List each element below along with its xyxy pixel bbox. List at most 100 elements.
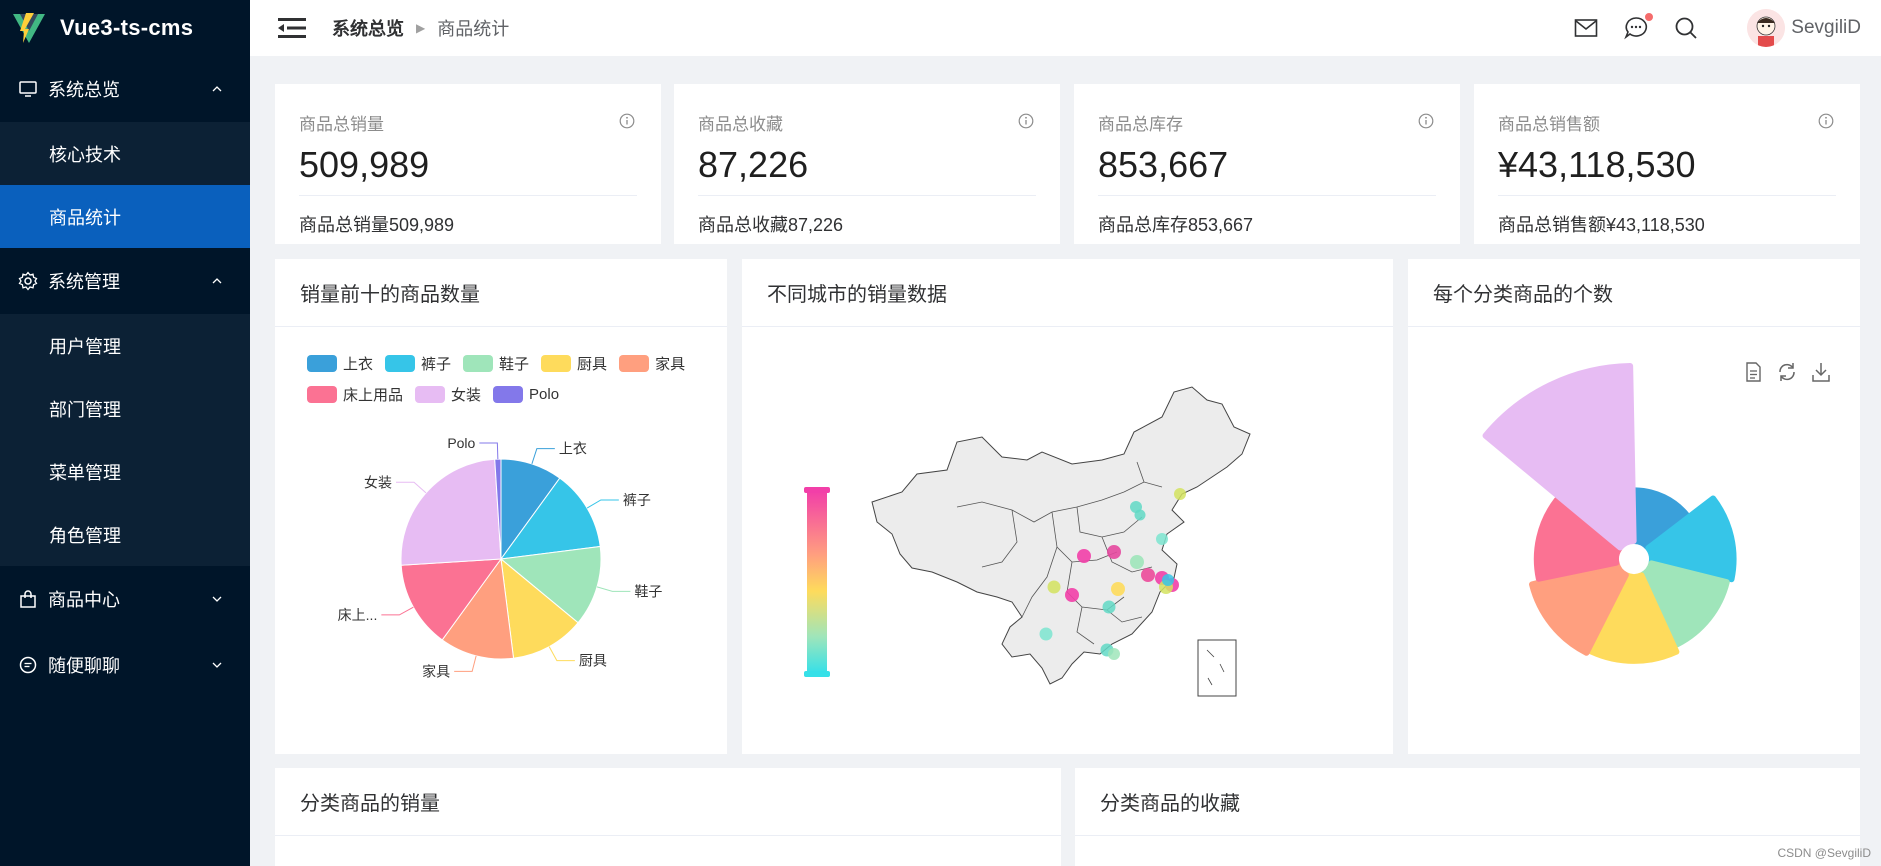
panel-title: 销量前十的商品数量 <box>275 259 727 327</box>
menu-group-chat: 随便聊聊 <box>0 632 250 698</box>
top10-pie-chart[interactable]: 上衣裤子鞋子厨具家具 床上... 女装 Polo <box>275 327 727 753</box>
sidebar-item-label: 商品统计 <box>49 207 121 228</box>
stat-value: 87,226 <box>698 144 809 185</box>
stat-footer: 商品总收藏87,226 <box>698 215 844 235</box>
shopping-bag-icon <box>18 589 38 609</box>
stat-value: 853,667 <box>1098 144 1229 185</box>
stat-card-total-favorites: 商品总收藏 87,226 商品总收藏87,226 <box>674 84 1060 244</box>
message-icon[interactable] <box>1623 13 1654 41</box>
pie-label: 鞋子 <box>634 583 662 599</box>
app-title: Vue3-ts-cms <box>60 15 194 40</box>
chevron-up-icon <box>212 86 222 92</box>
sidebar-item-menu-mgmt[interactable]: 菜单管理 <box>0 440 250 503</box>
username: SevgiliD <box>1791 17 1861 38</box>
label-line <box>479 442 499 460</box>
pie-label: 女装 <box>364 474 392 490</box>
sidebar-item-core-tech[interactable]: 核心技术 <box>0 122 250 185</box>
info-icon[interactable] <box>1418 113 1434 129</box>
china-map[interactable] <box>862 382 1282 712</box>
stat-card-total-inventory: 商品总库存 853,667 商品总库存853,667 <box>1074 84 1460 244</box>
notification-dot <box>1645 13 1654 21</box>
gear-icon <box>18 271 38 291</box>
pie-label: 裤子 <box>623 492 651 508</box>
pie-label: 床上... <box>338 607 378 623</box>
pie-label: Polo <box>447 435 475 451</box>
stat-value: ¥43,118,530 <box>1498 144 1696 185</box>
pie-label: 家具 <box>422 663 450 679</box>
category-rose-chart[interactable] <box>1408 327 1860 753</box>
visual-map-slider[interactable] <box>797 487 837 687</box>
menu-group-goods: 商品中心 <box>0 566 250 632</box>
menu-head-chat[interactable]: 随便聊聊 <box>0 632 250 698</box>
pie-slice[interactable] <box>400 458 502 566</box>
sidebar-item-dept-mgmt[interactable]: 部门管理 <box>0 377 250 440</box>
menu-head-overview[interactable]: 系统总览 <box>0 56 250 122</box>
panel-category-count: 每个分类商品的个数 <box>1408 259 1860 754</box>
chevron-up-icon <box>212 278 222 284</box>
breadcrumb-item[interactable]: 系统总览 <box>332 15 404 41</box>
label-line <box>454 655 477 672</box>
panel-category-favorites: 分类商品的收藏 <box>1075 768 1860 866</box>
panel-body <box>1408 327 1860 753</box>
panel-title: 分类商品的销量 <box>275 768 1061 836</box>
stat-footer: 商品总销售额¥43,118,530 <box>1498 215 1705 235</box>
divider <box>299 195 637 196</box>
menu-head-label: 随便聊聊 <box>48 656 120 676</box>
fold-menu-icon[interactable] <box>278 16 306 40</box>
label-line <box>586 499 619 509</box>
panel-body: 上衣 裤子 鞋子 厨具 家具 床上用品 女装 Polo 上衣 裤子 鞋子 厨具 家具 床上... 女装 Po… <box>275 327 727 753</box>
stat-title: 商品总销售额 <box>1498 115 1600 134</box>
panel-category-sales: 分类商品的销量 <box>275 768 1061 866</box>
sidebar-item-role-mgmt[interactable]: 角色管理 <box>0 503 250 566</box>
panel-title: 不同城市的销量数据 <box>742 259 1393 327</box>
panel-title: 分类商品的收藏 <box>1075 768 1860 836</box>
info-icon[interactable] <box>1818 113 1834 129</box>
watermark: CSDN @SevgiliD <box>1777 846 1871 860</box>
breadcrumb-item: 商品统计 <box>437 19 510 39</box>
panel-city-sales: 不同城市的销量数据 <box>742 259 1393 754</box>
breadcrumb: 系统总览 ▶ 商品统计 <box>332 15 509 41</box>
search-icon[interactable] <box>1673 15 1699 41</box>
top-header: 系统总览 ▶ 商品统计 SevgiliD <box>250 0 1881 56</box>
sidebar-item-user-mgmt[interactable]: 用户管理 <box>0 314 250 377</box>
stat-footer: 商品总库存853,667 <box>1098 215 1254 235</box>
menu-group-system: 系统管理 用户管理 部门管理 菜单管理 角色管理 <box>0 248 250 566</box>
menu-head-label: 系统管理 <box>48 272 120 292</box>
menu-head-goods[interactable]: 商品中心 <box>0 566 250 632</box>
stat-value: 509,989 <box>299 144 430 185</box>
menu-head-label: 商品中心 <box>48 590 120 610</box>
submenu-overview: 核心技术 商品统计 <box>0 122 250 248</box>
stat-title: 商品总收藏 <box>698 115 783 134</box>
user-menu[interactable]: SevgiliD <box>1747 9 1861 47</box>
sidebar-item-label: 用户管理 <box>49 336 121 357</box>
menu-group-overview: 系统总览 核心技术 商品统计 <box>0 56 250 248</box>
divider <box>1498 195 1836 196</box>
logo[interactable]: Vue3-ts-cms <box>0 0 250 56</box>
chevron-down-icon <box>212 596 222 602</box>
divider <box>1098 195 1436 196</box>
sidebar-item-label: 菜单管理 <box>49 462 121 483</box>
avatar <box>1747 9 1786 47</box>
info-icon[interactable] <box>619 113 635 129</box>
chevron-down-icon <box>212 662 222 668</box>
panel-body <box>742 327 1393 753</box>
label-line <box>531 448 555 465</box>
mail-icon[interactable] <box>1573 15 1599 41</box>
sidebar-item-goods-stats[interactable]: 商品统计 <box>0 185 250 248</box>
pie-label: 上衣 <box>559 441 587 457</box>
header-actions: SevgiliD <box>1573 0 1881 56</box>
sidebar: Vue3-ts-cms 系统总览 核心技术 商品统计 系统管理 用户管理 部门管… <box>0 0 250 866</box>
stat-card-total-sales: 商品总销量 509,989 商品总销量509,989 <box>275 84 661 244</box>
pie-label: 厨具 <box>579 653 607 669</box>
stat-card-total-revenue: 商品总销售额 ¥43,118,530 商品总销售额¥43,118,530 <box>1474 84 1860 244</box>
info-icon[interactable] <box>1018 113 1034 129</box>
menu-head-system[interactable]: 系统管理 <box>0 248 250 314</box>
panel-title: 每个分类商品的个数 <box>1408 259 1860 327</box>
sidebar-item-label: 部门管理 <box>49 399 121 420</box>
logo-icon <box>13 13 45 43</box>
sidebar-item-label: 核心技术 <box>49 144 121 165</box>
label-line <box>548 646 575 662</box>
breadcrumb-separator-icon: ▶ <box>416 21 426 35</box>
menu-head-label: 系统总览 <box>48 80 120 100</box>
stat-title: 商品总销量 <box>299 115 384 134</box>
